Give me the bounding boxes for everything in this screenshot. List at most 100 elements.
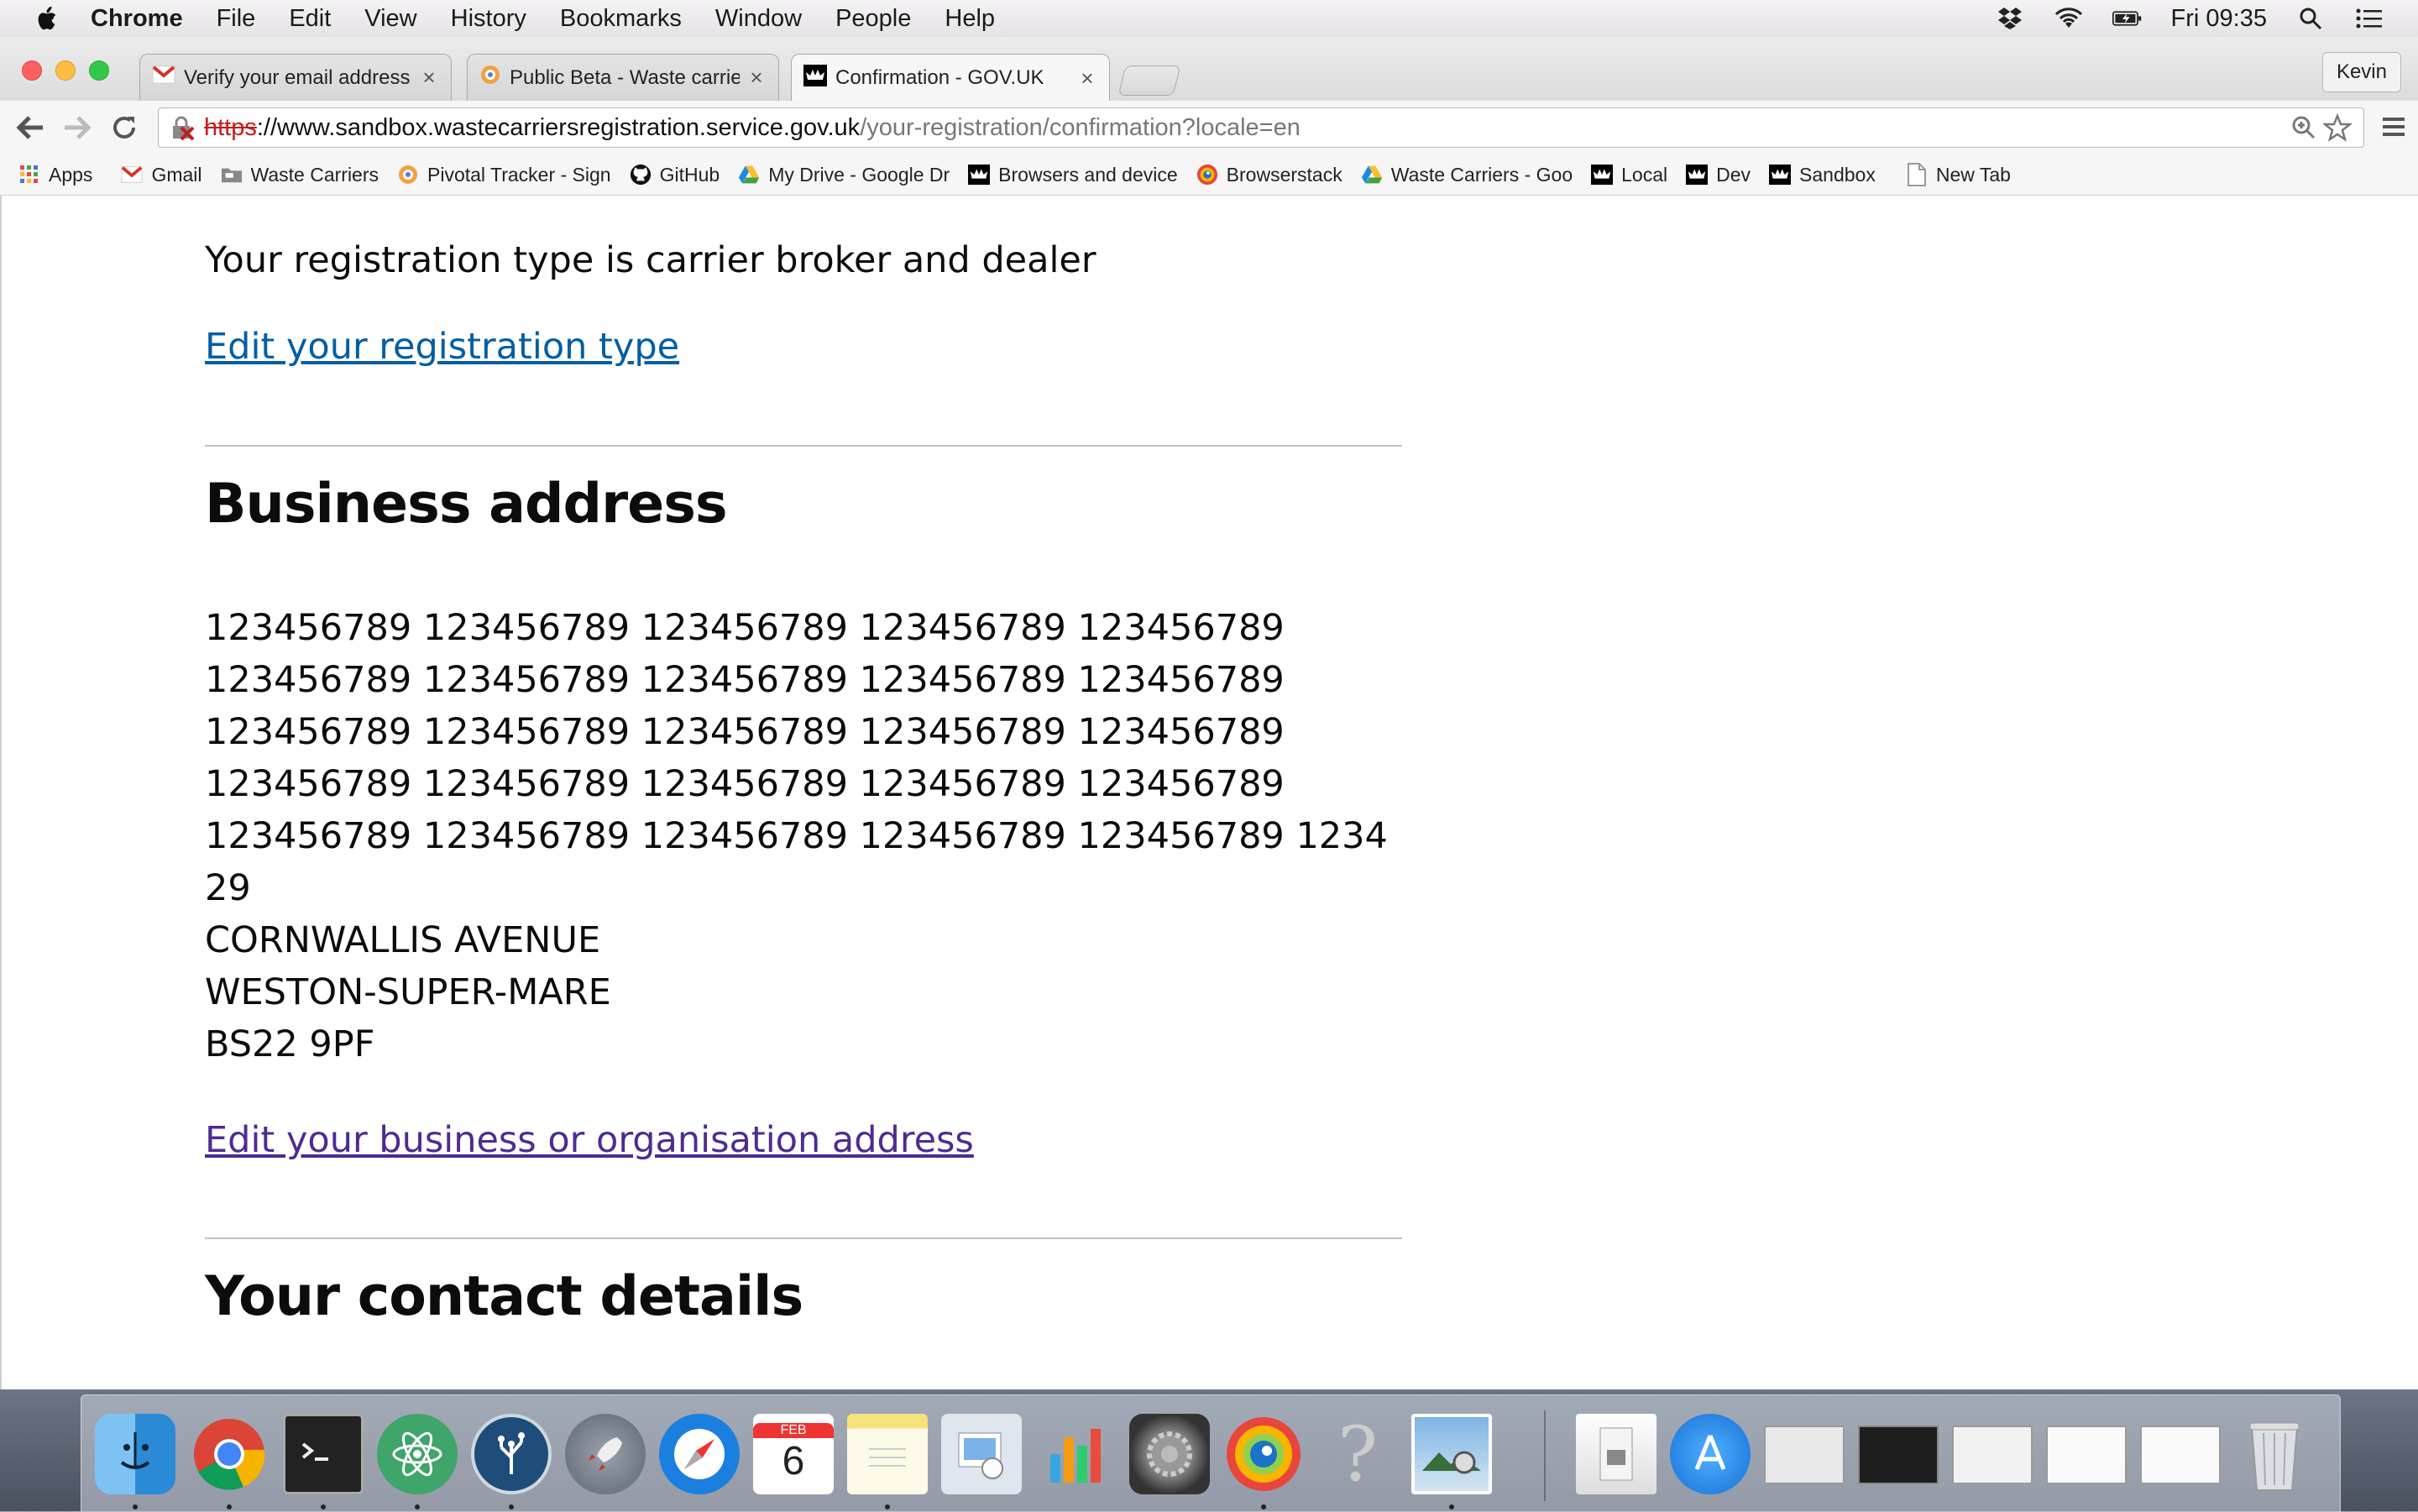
forward-arrow-icon[interactable] <box>60 111 94 144</box>
gov-uk-crown-icon <box>1769 164 1792 186</box>
notes-icon[interactable] <box>847 1414 928 1494</box>
tab-title: Verify your email address - <box>184 65 412 89</box>
google-drive-icon <box>1361 164 1383 186</box>
running-indicator <box>227 1504 232 1509</box>
apps-grid-icon <box>18 164 40 186</box>
notification-center-icon[interactable] <box>2354 6 2384 31</box>
reload-icon[interactable] <box>107 111 141 144</box>
running-indicator <box>885 1504 890 1509</box>
bookmark-browsers-devices[interactable]: Browsers and device <box>968 164 1178 186</box>
bookmark-my-drive[interactable]: My Drive - Google Dr <box>738 164 950 186</box>
terminal-icon[interactable] <box>283 1414 364 1494</box>
system-preferences-icon[interactable] <box>1129 1414 1210 1494</box>
page-viewport[interactable]: Your registration type is carrier broker… <box>0 196 2418 1389</box>
tab-close-icon[interactable]: × <box>746 65 767 91</box>
documents-stack-icon[interactable] <box>1576 1414 1656 1494</box>
zoom-icon[interactable] <box>2291 115 2316 147</box>
bookmark-new-tab[interactable]: New Tab <box>1906 163 2011 186</box>
desktop-background: FEB 6 ? <box>0 1389 2418 1512</box>
gov-uk-crown-icon <box>968 164 991 186</box>
minimized-window-icon[interactable] <box>1858 1426 1939 1484</box>
apple-logo-icon[interactable] <box>34 5 59 32</box>
minimized-window-icon[interactable] <box>1952 1426 2033 1484</box>
bookmark-gmail[interactable]: Gmail <box>121 164 202 186</box>
bookmark-label: Apps <box>49 163 93 186</box>
edit-registration-type-link[interactable]: Edit your registration type <box>205 326 679 368</box>
tab-verify-email[interactable]: Verify your email address - × <box>139 54 452 101</box>
menu-history[interactable]: History <box>451 5 526 33</box>
tab-close-icon[interactable]: × <box>1077 65 1097 92</box>
finder-icon[interactable] <box>95 1414 175 1494</box>
menu-help[interactable]: Help <box>945 5 995 33</box>
tab-title: Confirmation - GOV.UK <box>835 66 1044 89</box>
minimized-window-icon[interactable] <box>2140 1426 2221 1484</box>
minimized-window-icon[interactable] <box>2046 1426 2127 1484</box>
bookmark-waste-carriers-google[interactable]: Waste Carriers - Goo <box>1361 164 1573 186</box>
bookmark-apps[interactable]: Apps <box>18 164 92 186</box>
app-store-icon[interactable] <box>1670 1414 1751 1494</box>
page-icon <box>1906 163 1928 186</box>
bookmark-label: Pivotal Tracker - Sign <box>427 163 611 186</box>
menu-edit[interactable]: Edit <box>289 5 331 33</box>
safari-icon[interactable] <box>659 1414 740 1494</box>
spotlight-search-icon[interactable] <box>2295 6 2326 31</box>
bookmark-dev[interactable]: Dev <box>1686 164 1751 186</box>
address-line: WESTON-SUPER-MARE <box>205 971 611 1013</box>
running-indicator <box>509 1504 514 1509</box>
launchpad-icon[interactable] <box>565 1414 646 1494</box>
new-tab-button[interactable] <box>1117 65 1181 96</box>
tab-close-icon[interactable]: × <box>419 65 439 91</box>
bookmark-label: Waste Carriers - Goo <box>1390 163 1573 186</box>
trash-icon[interactable] <box>2234 1414 2315 1494</box>
bookmark-sandbox[interactable]: Sandbox <box>1769 164 1876 186</box>
running-indicator <box>415 1504 420 1509</box>
chrome-icon[interactable] <box>189 1414 270 1494</box>
calendar-icon[interactable]: FEB 6 <box>753 1414 834 1494</box>
help-icon[interactable]: ? <box>1317 1410 1398 1499</box>
atom-icon[interactable] <box>377 1414 458 1494</box>
folder-icon <box>221 164 243 186</box>
chrome-menu-icon[interactable] <box>2379 112 2408 141</box>
insecure-lock-icon[interactable] <box>170 116 196 148</box>
tab-confirmation[interactable]: Confirmation - GOV.UK × <box>791 54 1110 102</box>
minimized-window-icon[interactable] <box>1764 1426 1845 1484</box>
minimize-window-button[interactable] <box>55 60 76 81</box>
profile-button[interactable]: Kevin <box>2321 52 2401 92</box>
menu-file[interactable]: File <box>217 5 256 33</box>
address-line: 123456789 123456789 123456789 123456789 … <box>205 607 1285 649</box>
zoom-window-button[interactable] <box>89 60 109 81</box>
bookmark-pivotal-tracker[interactable]: Pivotal Tracker - Sign <box>397 164 611 186</box>
bookmark-label: Gmail <box>151 163 202 186</box>
bookmark-local[interactable]: Local <box>1591 164 1667 186</box>
tab-strip: Verify your email address - × Public Bet… <box>0 37 2418 102</box>
sourcetree-icon[interactable] <box>471 1414 552 1494</box>
iphoto-icon[interactable] <box>1411 1414 1492 1494</box>
bookmark-star-icon[interactable] <box>2321 112 2353 149</box>
browserstack-icon[interactable] <box>1223 1414 1304 1494</box>
gov-uk-crown-icon <box>803 64 827 92</box>
gov-uk-crown-icon <box>1591 164 1614 186</box>
address-bar[interactable]: https://www.sandbox.wastecarriersregistr… <box>158 107 2364 148</box>
bookmark-waste-carriers[interactable]: Waste Carriers <box>221 164 379 186</box>
back-arrow-icon[interactable] <box>13 111 47 144</box>
numbers-icon[interactable] <box>1035 1414 1116 1494</box>
clock[interactable]: Fri 09:35 <box>2171 5 2267 33</box>
bookmark-label: Browserstack <box>1226 163 1342 186</box>
address-line: 123456789 123456789 123456789 123456789 … <box>205 763 1285 805</box>
menu-people[interactable]: People <box>835 5 911 33</box>
dropbox-icon[interactable] <box>1995 6 2025 31</box>
preview-icon[interactable] <box>941 1414 1022 1494</box>
menu-bookmarks[interactable]: Bookmarks <box>560 5 682 33</box>
close-window-button[interactable] <box>22 60 42 81</box>
bookmark-github[interactable]: GitHub <box>630 164 720 186</box>
business-address-heading: Business address <box>205 473 728 536</box>
menu-view[interactable]: View <box>364 5 416 33</box>
tab-public-beta[interactable]: Public Beta - Waste carrier × <box>467 54 779 101</box>
menu-window[interactable]: Window <box>715 5 802 33</box>
battery-charging-icon[interactable] <box>2112 6 2143 31</box>
menu-app-name[interactable]: Chrome <box>91 5 183 33</box>
tab-title: Public Beta - Waste carrier <box>510 65 740 89</box>
bookmark-browserstack[interactable]: Browserstack <box>1196 164 1342 186</box>
wifi-icon[interactable] <box>2054 6 2084 31</box>
edit-business-address-link[interactable]: Edit your business or organisation addre… <box>205 1119 974 1161</box>
